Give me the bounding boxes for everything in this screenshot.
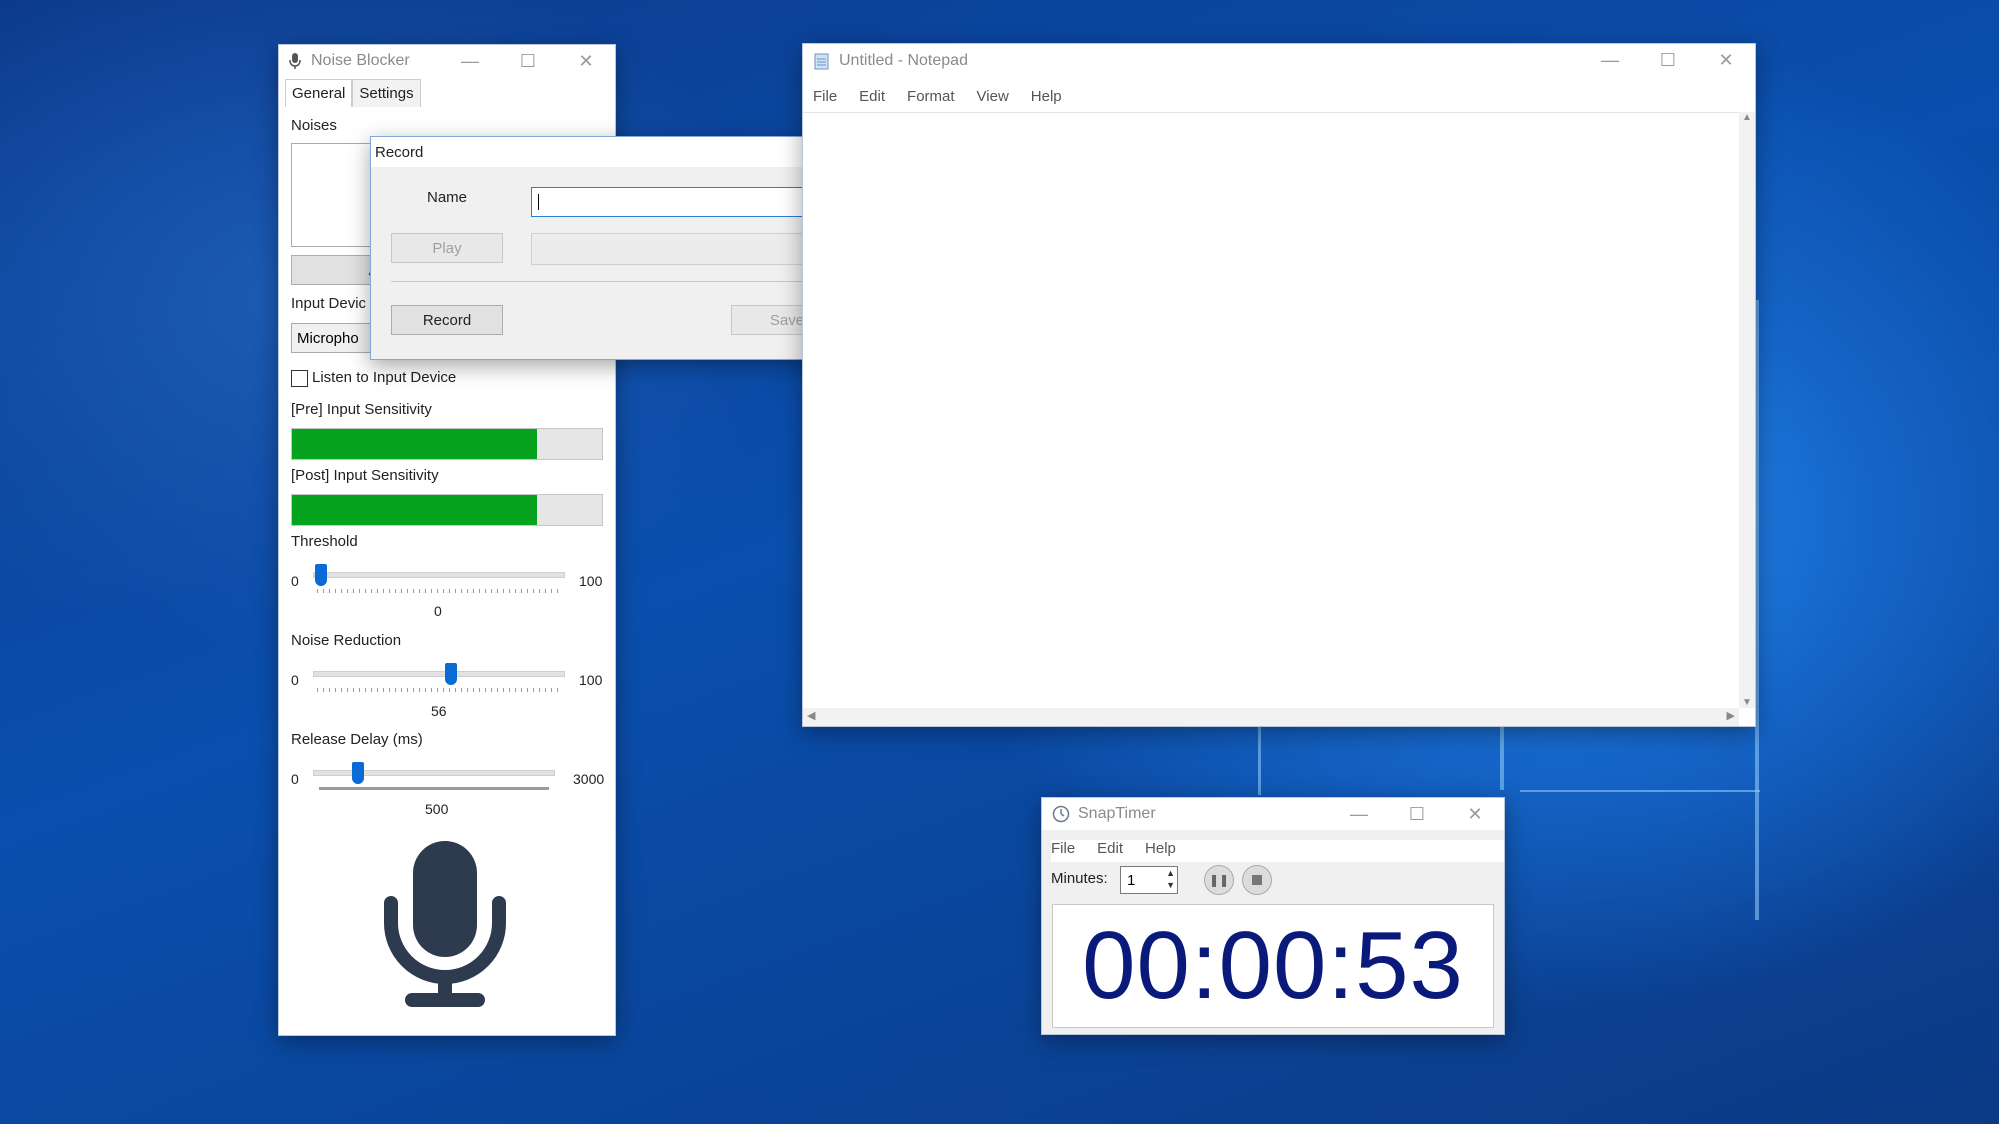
scroll-up-icon[interactable]: ▲ <box>1739 112 1755 123</box>
post-sensitivity-fill <box>292 495 537 525</box>
minutes-value: 1 <box>1127 871 1136 889</box>
close-button[interactable]: ✕ <box>1446 798 1504 830</box>
menu-file[interactable]: File <box>813 88 837 105</box>
pre-sensitivity-label: [Pre] Input Sensitivity <box>291 401 432 418</box>
menu-edit[interactable]: Edit <box>1097 840 1123 862</box>
title-bar[interactable]: SnapTimer — ☐ ✕ <box>1042 798 1504 830</box>
playback-progress <box>531 233 843 265</box>
noise-reduction-ticks <box>317 688 561 692</box>
window-title: Untitled - Notepad <box>839 52 968 69</box>
release-delay-max: 3000 <box>573 771 605 787</box>
clock-icon <box>1052 805 1070 823</box>
tab-general[interactable]: General <box>285 79 353 107</box>
wallpaper-light-beam <box>1520 790 1760 792</box>
wallpaper-light-beam <box>1258 725 1261 795</box>
menu-format[interactable]: Format <box>907 88 955 105</box>
minutes-stepper[interactable]: 1 ▲ ▼ <box>1120 866 1178 894</box>
pause-button[interactable]: ❚❚ <box>1204 865 1234 895</box>
threshold-slider-track[interactable] <box>313 572 565 578</box>
dialog-title: Record <box>375 143 424 161</box>
menu-file[interactable]: File <box>1051 840 1075 862</box>
title-bar[interactable]: Untitled - Notepad — ☐ ✕ <box>803 44 1755 78</box>
close-button[interactable]: ✕ <box>1697 44 1755 76</box>
release-delay-label: Release Delay (ms) <box>291 731 423 748</box>
scroll-down-icon[interactable]: ▼ <box>1739 697 1755 708</box>
text-caret <box>538 194 539 210</box>
title-bar[interactable]: Noise Blocker — ☐ ✕ <box>279 45 615 77</box>
tab-strip: General Settings <box>285 79 421 107</box>
listen-checkbox-label: Listen to Input Device <box>312 369 457 386</box>
noise-reduction-max: 100 <box>579 672 603 688</box>
maximize-button[interactable]: ☐ <box>1639 44 1697 76</box>
release-delay-ticks <box>319 787 549 790</box>
release-delay-min: 0 <box>291 771 299 787</box>
window-title: SnapTimer <box>1078 805 1156 822</box>
title-bar[interactable]: Record ✕ <box>371 137 865 167</box>
threshold-value: 0 <box>434 603 442 619</box>
noise-reduction-min: 0 <box>291 672 299 688</box>
stop-button[interactable] <box>1242 865 1272 895</box>
minutes-label: Minutes: <box>1051 870 1108 887</box>
noise-reduction-slider-track[interactable] <box>313 671 565 677</box>
spin-arrows-icon[interactable]: ▲ ▼ <box>1166 867 1175 891</box>
noises-label: Noises <box>291 117 337 134</box>
minimize-button[interactable]: — <box>1330 798 1388 830</box>
snaptimer-window: SnapTimer — ☐ ✕ File Edit Help Minutes: … <box>1041 797 1505 1035</box>
microphone-icon <box>384 841 506 1007</box>
scroll-left-icon[interactable]: ◀ <box>807 709 815 722</box>
tab-settings[interactable]: Settings <box>352 79 421 107</box>
divider <box>391 281 841 282</box>
record-button[interactable]: Record <box>391 305 503 335</box>
stop-icon <box>1252 875 1262 885</box>
threshold-max: 100 <box>579 573 603 589</box>
name-label: Name <box>427 189 468 206</box>
play-button[interactable]: Play <box>391 233 503 263</box>
timer-display: 00:00:53 <box>1052 904 1494 1028</box>
wallpaper-light-beam <box>1500 720 1504 790</box>
window-title: Noise Blocker <box>311 52 410 69</box>
record-dialog: Record ✕ Name Play Record Save <box>370 136 866 360</box>
threshold-slider-thumb[interactable] <box>315 564 327 586</box>
maximize-button[interactable]: ☐ <box>1388 798 1446 830</box>
menu-edit[interactable]: Edit <box>859 88 885 105</box>
microphone-icon <box>289 53 301 69</box>
notepad-icon <box>814 53 829 70</box>
menu-view[interactable]: View <box>977 88 1009 105</box>
pre-sensitivity-fill <box>292 429 537 459</box>
post-sensitivity-label: [Post] Input Sensitivity <box>291 467 439 484</box>
noise-reduction-value: 56 <box>431 703 447 719</box>
notepad-window: Untitled - Notepad — ☐ ✕ File Edit Forma… <box>802 43 1756 727</box>
timer-time: 00:00:53 <box>1082 912 1464 1019</box>
minimize-button[interactable]: — <box>1581 44 1639 76</box>
threshold-min: 0 <box>291 573 299 589</box>
close-button[interactable]: ✕ <box>557 45 615 77</box>
text-area[interactable] <box>803 112 1739 708</box>
pause-icon: ❚❚ <box>1208 873 1230 887</box>
threshold-label: Threshold <box>291 533 358 550</box>
menu-bar: File Edit Help <box>1051 840 1504 862</box>
release-delay-value: 500 <box>425 801 449 817</box>
input-device-label: Input Devic <box>291 295 367 312</box>
post-sensitivity-meter <box>291 494 603 526</box>
release-delay-slider-thumb[interactable] <box>352 762 364 784</box>
menu-help[interactable]: Help <box>1031 88 1062 105</box>
vertical-scrollbar[interactable]: ▲ ▼ <box>1739 112 1755 708</box>
name-input[interactable] <box>531 187 843 217</box>
minimize-button[interactable]: — <box>441 45 499 77</box>
maximize-button[interactable]: ☐ <box>499 45 557 77</box>
noise-reduction-label: Noise Reduction <box>291 632 402 649</box>
menu-bar: File Edit Format View Help <box>813 88 1755 105</box>
horizontal-scrollbar[interactable]: ◀ ▶ <box>803 708 1739 726</box>
menu-help[interactable]: Help <box>1145 840 1176 862</box>
threshold-ticks <box>317 589 561 593</box>
listen-checkbox[interactable] <box>291 370 308 387</box>
release-delay-slider-track[interactable] <box>313 770 555 776</box>
scroll-right-icon[interactable]: ▶ <box>1727 709 1735 722</box>
noise-reduction-slider-thumb[interactable] <box>445 663 457 685</box>
pre-sensitivity-meter <box>291 428 603 460</box>
